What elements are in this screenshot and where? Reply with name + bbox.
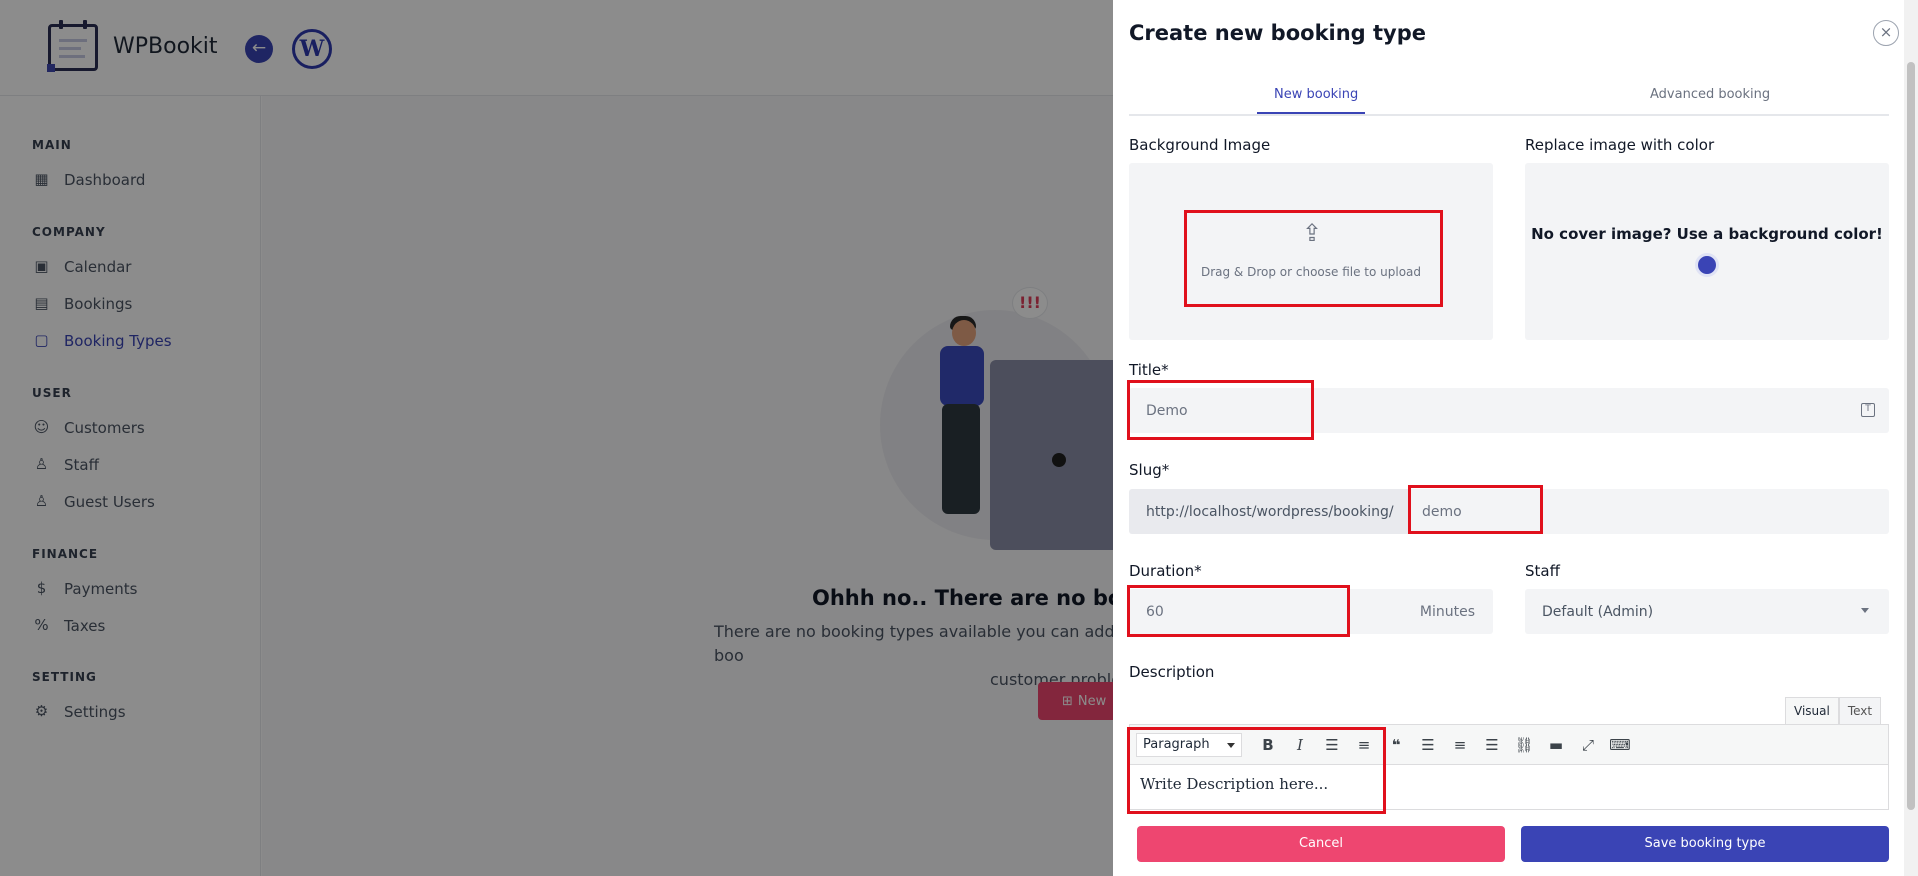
duration-unit: Minutes: [1419, 603, 1475, 620]
title-input[interactable]: Demo T: [1129, 388, 1889, 433]
description-label: Description: [1129, 663, 1215, 681]
tab-visual[interactable]: Visual: [1785, 697, 1839, 725]
slug-input[interactable]: demo: [1409, 489, 1889, 534]
title-input-value: Demo: [1146, 402, 1188, 419]
tab-text[interactable]: Text: [1838, 697, 1882, 725]
tab-advanced-booking[interactable]: Advanced booking: [1650, 87, 1770, 102]
cancel-button[interactable]: Cancel: [1137, 826, 1505, 862]
staff-select[interactable]: Default (Admin): [1525, 589, 1889, 634]
text-format-icon: T: [1861, 403, 1875, 417]
align-right-icon[interactable]: ☰: [1476, 731, 1508, 759]
chevron-down-icon: [1861, 608, 1869, 613]
background-color-hint: No cover image? Use a background color!: [1531, 225, 1883, 243]
drawer-tabs: New booking Advanced booking: [1129, 80, 1889, 116]
upload-hint: Drag & Drop or choose file to upload: [1200, 265, 1422, 279]
background-image-label: Background Image: [1129, 136, 1271, 154]
toolbar-toggle-icon[interactable]: ⌨: [1604, 731, 1636, 759]
create-booking-type-drawer: Create new booking type × New booking Ad…: [1113, 0, 1918, 876]
italic-icon[interactable]: I: [1284, 731, 1316, 759]
slug-prefix: http://localhost/wordpress/booking/: [1129, 489, 1409, 534]
link-icon[interactable]: ⛓: [1508, 731, 1540, 759]
background-color-panel: No cover image? Use a background color!: [1525, 163, 1889, 340]
save-booking-type-button[interactable]: Save booking type: [1521, 826, 1889, 862]
description-editor: Paragraph B I ☰ ≡ ❝ ☰ ≡ ☰ ⛓ ▬ ⤢ ⌨ Write …: [1129, 724, 1889, 810]
drawer-title: Create new booking type: [1129, 21, 1427, 45]
replace-color-label: Replace image with color: [1525, 136, 1715, 154]
close-icon[interactable]: ×: [1873, 20, 1899, 46]
title-label: Title*: [1129, 361, 1169, 379]
duration-label: Duration*: [1129, 562, 1202, 580]
duration-input-value: 60: [1146, 603, 1164, 620]
numbered-list-icon[interactable]: ≡: [1348, 731, 1380, 759]
slug-label: Slug*: [1129, 461, 1170, 479]
color-picker-swatch[interactable]: [1695, 253, 1719, 277]
bold-icon[interactable]: B: [1252, 731, 1284, 759]
format-select[interactable]: Paragraph: [1136, 732, 1242, 757]
align-left-icon[interactable]: ☰: [1412, 731, 1444, 759]
upload-icon: ⇪: [1301, 219, 1323, 247]
editor-toolbar: Paragraph B I ☰ ≡ ❝ ☰ ≡ ☰ ⛓ ▬ ⤢ ⌨: [1130, 725, 1888, 765]
slug-input-value: demo: [1422, 503, 1462, 520]
scrollbar-thumb[interactable]: [1907, 62, 1915, 810]
align-center-icon[interactable]: ≡: [1444, 731, 1476, 759]
read-more-icon[interactable]: ▬: [1540, 731, 1572, 759]
tab-new-booking[interactable]: New booking: [1274, 87, 1358, 102]
drawer-scrollbar[interactable]: [1904, 0, 1918, 876]
duration-input[interactable]: 60 Minutes: [1129, 589, 1493, 634]
staff-label: Staff: [1525, 562, 1560, 580]
active-tab-indicator: [1257, 112, 1365, 114]
fullscreen-icon[interactable]: ⤢: [1572, 731, 1604, 759]
background-image-dropzone[interactable]: ⇪ Drag & Drop or choose file to upload: [1129, 163, 1493, 340]
bullet-list-icon[interactable]: ☰: [1316, 731, 1348, 759]
editor-mode-tabs: Visual Text: [1785, 697, 1882, 725]
drawer-footer: Cancel Save booking type: [1113, 810, 1904, 876]
staff-select-value: Default (Admin): [1542, 603, 1654, 620]
blockquote-icon[interactable]: ❝: [1380, 731, 1412, 759]
editor-content[interactable]: Write Description here...: [1140, 775, 1328, 793]
